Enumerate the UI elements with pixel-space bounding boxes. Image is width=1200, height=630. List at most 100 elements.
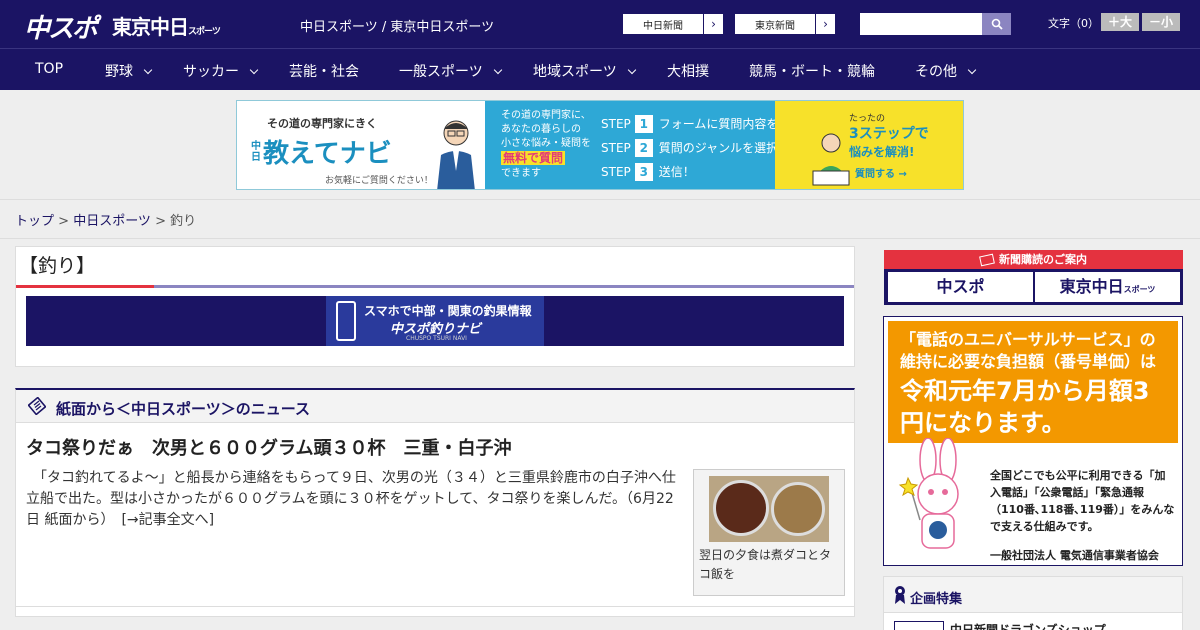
step-text: 質問のジャンルを選択 [658, 141, 779, 155]
laptop-user-illustration-icon [812, 133, 850, 186]
ribbon-badge-icon [895, 586, 905, 604]
step-label: STEP [601, 141, 631, 155]
tokyo-chunichi-logo-text: 東京中日 [112, 15, 189, 39]
banner-lead: その道の専門家にきく [267, 117, 377, 130]
search-button[interactable] [982, 13, 1011, 35]
nav-item-baseball[interactable]: 野球 [105, 61, 153, 81]
site-header: 中スポ 東京中日スポーツ 中日スポーツ / 東京中日スポーツ 中日新聞 › 東京… [0, 0, 1200, 48]
nav-item-top[interactable]: TOP [35, 61, 63, 77]
font-size-label: 文字（0） [1048, 17, 1099, 30]
site-title: 中日スポーツ / 東京中日スポーツ [300, 20, 495, 35]
banner-desc-line: 小さな悩み・疑問を [501, 138, 591, 149]
page-title: 【釣り】 [19, 255, 96, 277]
nav-item-soccer[interactable]: サッカー [183, 61, 259, 81]
read-full-article-link[interactable]: [→記事全文へ] [107, 512, 214, 528]
chevron-right-icon: › [703, 14, 723, 34]
ad-lower-panel: 全国どこでも公平に利用できる「加入電話」「公衆電話」「緊急通報（110番､118… [888, 438, 1178, 562]
subscribe-tokyo-chunichi-label: 東京中日 [1059, 277, 1124, 296]
tokyo-shimbun-link[interactable]: 東京新聞 › [734, 13, 836, 35]
tsuri-navi-banner-inner: スマホで中部・関東の釣果情報 中スポ釣りナビ CHUSPO TSURI NAVI [326, 296, 544, 346]
nav-item-local-sports[interactable]: 地域スポーツ [533, 61, 636, 81]
banner-cta-headline: 3ステップで [849, 126, 929, 142]
ad-banner-area: その道の専門家にきく 中日教えてナビ お気軽にご質問ください！ その道の専門家に… [0, 90, 1200, 200]
nav-item-racing[interactable]: 競馬・ボート・競輪 [749, 61, 875, 81]
subscription-header: 新聞購読のご案内 [884, 250, 1183, 269]
step-number: 2 [634, 139, 653, 157]
banner-note: お気軽にご質問ください！ [325, 176, 433, 186]
banner-step-list: STEP 1 フォームに質問内容を入力 STEP 2 質問のジャンルを選択 STEP 3 送… [601, 115, 802, 187]
news-section-header: 紙面から＜中日スポーツ＞のニュース [16, 390, 854, 423]
chevron-right-icon: › [815, 14, 835, 34]
nav-item-label: 大相撲 [667, 64, 709, 80]
photo-caption: 翌日の夕食は煮ダコとタコ飯を [699, 548, 832, 581]
banner-cta-panel: たったの 3ステップで 悩みを解消! 質問する → [775, 101, 963, 189]
banner-brand-name: 教えてナビ [263, 139, 392, 169]
nav-item-other[interactable]: その他 [915, 61, 977, 81]
feature-thumbnail[interactable] [894, 621, 944, 630]
chuspo-logo[interactable]: 中スポ [24, 8, 98, 45]
step-label: STEP [601, 165, 631, 179]
breadcrumb-divider [0, 238, 1200, 239]
banner-steps-panel: その道の専門家に、 あなたの暮らしの 小さな悩み・疑問を 無料で質問 できます … [485, 101, 802, 189]
article-title-link[interactable]: タコ祭りだぁ 次男と６００グラム頭３０杯 三重・白子沖 [26, 434, 511, 460]
tokyo-chunichi-logo[interactable]: 東京中日スポーツ [112, 11, 221, 40]
chevron-down-icon [967, 65, 977, 75]
step-label: STEP [601, 117, 631, 131]
title-underline-accent [16, 285, 154, 288]
breadcrumb-current: 釣り [170, 214, 197, 229]
oshiete-navi-banner[interactable]: その道の専門家にきく 中日教えてナビ お気軽にご質問ください！ その道の専門家に… [236, 100, 964, 190]
tsuri-navi-banner-roman: CHUSPO TSURI NAVI [406, 335, 467, 342]
chevron-down-icon [143, 65, 153, 75]
ad-description: 全国どこでも公平に利用できる「加入電話」「公衆電話」「緊急通報（110番､118… [990, 469, 1175, 533]
breadcrumb-separator: > [54, 214, 74, 229]
banner-cta-subhead: 悩みを解消! [849, 145, 915, 159]
nav-item-sumo[interactable]: 大相撲 [667, 61, 709, 81]
tsuri-navi-banner-lead: スマホで中部・関東の釣果情報 [364, 304, 532, 318]
nav-item-label: TOP [35, 61, 64, 77]
newspaper-icon [979, 253, 995, 267]
universal-service-ad[interactable]: 「電話のユニバーサルサービス」の維持に必要な負担額（番号単価）は 令和元年7月か… [883, 316, 1183, 566]
breadcrumb-separator: > [150, 214, 171, 229]
rabbit-mascot-icon [898, 438, 959, 549]
article-thumbnail[interactable]: 翌日の夕食は煮ダコとタコ飯を [693, 469, 845, 596]
octopus-rice-bowl [771, 482, 825, 536]
banner-brand-panel: その道の専門家にきく 中日教えてナビ お気軽にご質問ください！ [237, 101, 485, 189]
chunichi-shimbun-link[interactable]: 中日新聞 › [622, 13, 724, 35]
font-size-increase-button[interactable]: ＋大 [1101, 13, 1139, 31]
banner-desc-line: その道の専門家に、 [501, 110, 591, 121]
ad-sponsor: 一般社団法人 電気通信事業者協会 [990, 549, 1159, 562]
main-nav: TOP 野球 サッカー 芸能・社会 一般スポーツ 地域スポーツ 大相撲 競馬・ボ… [0, 48, 1200, 90]
breadcrumb-top-link[interactable]: トップ [15, 214, 54, 229]
subscription-title: 新聞購読のご案内 [999, 253, 1087, 266]
nav-item-label: 地域スポーツ [533, 64, 617, 80]
title-underline [154, 285, 854, 288]
search-input[interactable] [860, 13, 982, 35]
nav-item-label: その他 [915, 64, 957, 80]
features-header: 企画特集 [884, 577, 1182, 613]
newspaper-icon [28, 397, 46, 415]
smartphone-icon [336, 301, 356, 341]
font-size-decrease-button[interactable]: －小 [1142, 13, 1180, 31]
step-number: 3 [634, 163, 653, 181]
breadcrumb-section-link[interactable]: 中日スポーツ [73, 214, 151, 229]
features-box: 企画特集 中日新聞ドラゴンズショップ [883, 576, 1183, 630]
nav-item-general-sports[interactable]: 一般スポーツ [399, 61, 502, 81]
nav-item-entertainment[interactable]: 芸能・社会 [289, 61, 359, 81]
banner-ask-button[interactable]: 質問する → [855, 165, 907, 180]
banner-desc-line: できます [501, 168, 541, 179]
banner-step: STEP 1 フォームに質問内容を入力 [601, 115, 802, 133]
subscribe-tokyo-chunichi-sub: スポーツ [1123, 285, 1156, 294]
subscribe-tokyo-chunichi-button[interactable]: 東京中日スポーツ [1035, 272, 1180, 302]
news-divider [16, 606, 854, 607]
subscribe-chuspo-button[interactable]: 中スポ [888, 272, 1033, 302]
universal-service-ad-inner: 「電話のユニバーサルサービス」の維持に必要な負担額（番号単価）は 令和元年7月か… [888, 321, 1178, 562]
step-text: 送信！ [658, 165, 695, 179]
tsuri-navi-banner[interactable]: スマホで中部・関東の釣果情報 中スポ釣りナビ CHUSPO TSURI NAVI [26, 296, 844, 346]
nav-item-label: 競馬・ボート・競輪 [749, 64, 875, 80]
boiled-octopus-bowl [713, 480, 769, 536]
step-number: 1 [634, 115, 653, 133]
feature-item-link[interactable]: 中日新聞ドラゴンズショップ [950, 621, 1106, 630]
article-photo [709, 476, 829, 542]
nav-item-label: 一般スポーツ [399, 64, 483, 80]
news-section-title: 紙面から＜中日スポーツ＞のニュース [56, 400, 310, 418]
